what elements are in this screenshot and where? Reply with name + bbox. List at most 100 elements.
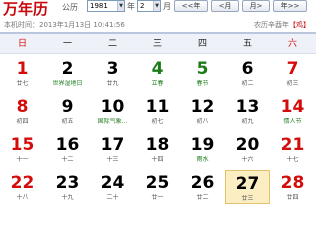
- day-cell[interactable]: 16 十二: [45, 132, 90, 166]
- year-select[interactable]: 1981 ▼: [87, 0, 125, 12]
- day-number: 28: [280, 173, 305, 193]
- day-cell[interactable]: 4 立春: [135, 56, 180, 90]
- day-cell[interactable]: 13 初九: [225, 94, 270, 128]
- day-cell[interactable]: 12 初八: [180, 94, 225, 128]
- day-cell[interactable]: 7 初三: [270, 56, 315, 90]
- lunar-date-label: 情人节: [283, 118, 302, 125]
- lunar-date-label: 十八: [16, 194, 29, 201]
- day-cell[interactable]: 24 二十: [90, 170, 135, 204]
- day-cell[interactable]: 9 初五: [45, 94, 90, 128]
- lunar-date-label: 十一: [16, 156, 29, 163]
- lunar-date-label: 初五: [61, 118, 74, 125]
- day-cell[interactable]: 15 十一: [0, 132, 45, 166]
- day-cell[interactable]: 26 廿二: [180, 170, 225, 204]
- day-number: 2: [61, 59, 74, 79]
- lunar-year-label: 农历辛酉年: [254, 21, 289, 29]
- day-number: 15: [10, 135, 35, 155]
- day-cell[interactable]: 14 情人节: [270, 94, 315, 128]
- lunar-date-label: 初九: [241, 118, 254, 125]
- current-time-text: 本机时间：2013年1月13日 10:41:56: [4, 21, 125, 29]
- lunar-date-label: 廿七: [16, 80, 29, 87]
- lunar-date-label: 初四: [16, 118, 29, 125]
- lunar-date-label: 十九: [61, 194, 74, 201]
- day-number: 4: [151, 59, 164, 79]
- day-cell[interactable]: 6 初二: [225, 56, 270, 90]
- month-select[interactable]: 2 ▼: [137, 0, 161, 12]
- next-year-button[interactable]: 年>>: [273, 0, 307, 12]
- weekday-header: 日一二三四五六: [0, 34, 316, 54]
- lunar-date-label: 初三: [286, 80, 299, 87]
- lunar-date-label: 春节: [196, 80, 209, 87]
- month-select-value: 2: [140, 2, 145, 10]
- day-cell[interactable]: 23 十九: [45, 170, 90, 204]
- weekday-label: 一: [62, 39, 72, 49]
- day-number: 22: [10, 173, 35, 193]
- day-number: 20: [235, 135, 260, 155]
- day-number: 17: [100, 135, 125, 155]
- app-logo: 万年历: [3, 0, 49, 18]
- day-number: 10: [100, 97, 125, 117]
- lunar-date-label: 立春: [151, 80, 164, 87]
- day-number: 6: [241, 59, 254, 79]
- day-number: 8: [16, 97, 29, 117]
- lunar-date-label: 廿三: [241, 195, 254, 202]
- weekday-label: 三: [152, 39, 162, 49]
- day-number: 18: [145, 135, 170, 155]
- lunar-date-label: 初七: [151, 118, 164, 125]
- day-number: 27: [235, 174, 260, 194]
- lunar-date-label: 十七: [286, 156, 299, 163]
- lunar-date-label: 十三: [106, 156, 119, 163]
- lunar-date-label: 廿四: [286, 194, 299, 201]
- day-cell[interactable]: 21 十七: [270, 132, 315, 166]
- lunar-date-label: 世界湿地日: [52, 80, 83, 87]
- year-select-value: 1981: [90, 2, 108, 10]
- day-number: 24: [100, 173, 125, 193]
- weekday-label: 日: [17, 39, 27, 49]
- day-number: 23: [55, 173, 80, 193]
- lunar-date-label: 廿一: [151, 194, 164, 201]
- day-cell[interactable]: 8 初四: [0, 94, 45, 128]
- day-number: 14: [280, 97, 305, 117]
- prev-month-button[interactable]: <月: [211, 0, 239, 12]
- day-number: 25: [145, 173, 170, 193]
- day-number: 12: [190, 97, 215, 117]
- lunar-date-label: 廿九: [106, 80, 119, 87]
- day-cell[interactable]: 3 廿九: [90, 56, 135, 90]
- lunar-date-label: 国际气象...: [97, 118, 128, 125]
- lunar-date-label: 十四: [151, 156, 164, 163]
- lunar-date-label: 二十: [106, 194, 119, 201]
- zodiac-label: 【鸡】: [289, 21, 310, 29]
- lunar-year-text: 农历辛酉年【鸡】: [254, 20, 310, 30]
- day-cell[interactable]: 5 春节: [180, 56, 225, 90]
- day-number: 26: [190, 173, 215, 193]
- weekday-label: 四: [197, 39, 207, 49]
- lunar-date-label: 初八: [196, 118, 209, 125]
- lunar-date-label: 雨水: [196, 156, 209, 163]
- prev-year-button[interactable]: <<年: [174, 0, 208, 12]
- day-number: 7: [286, 59, 299, 79]
- day-number: 3: [106, 59, 119, 79]
- day-cell[interactable]: 20 十六: [225, 132, 270, 166]
- lunar-date-label: 廿二: [196, 194, 209, 201]
- day-cell[interactable]: 1 廿七: [0, 56, 45, 90]
- day-number: 11: [145, 97, 170, 117]
- calendar-grid: 日一二三四五六 1 廿七 2 世界湿地日 3 廿九 4 立春 5 春节 6 初二 7 初三 8 初四 9 初五 10…: [0, 32, 316, 206]
- day-cell[interactable]: 10 国际气象...: [90, 94, 135, 128]
- chevron-down-icon[interactable]: ▼: [153, 1, 160, 11]
- chevron-down-icon[interactable]: ▼: [117, 1, 124, 11]
- lunar-date-label: 十二: [61, 156, 74, 163]
- lunar-date-label: 初二: [241, 80, 254, 87]
- calendar-type-label: 公历: [62, 3, 78, 12]
- day-cell[interactable]: 17 十三: [90, 132, 135, 166]
- day-cell[interactable]: 18 十四: [135, 132, 180, 166]
- day-cell-today[interactable]: 27 廿三: [225, 170, 270, 204]
- day-cell[interactable]: 22 十八: [0, 170, 45, 204]
- next-month-button[interactable]: 月>: [242, 0, 270, 12]
- day-number: 19: [190, 135, 215, 155]
- day-cell[interactable]: 11 初七: [135, 94, 180, 128]
- day-cell[interactable]: 19 雨水: [180, 132, 225, 166]
- day-cell[interactable]: 25 廿一: [135, 170, 180, 204]
- day-cell[interactable]: 2 世界湿地日: [45, 56, 90, 90]
- day-cell[interactable]: 28 廿四: [270, 170, 315, 204]
- weekday-label: 六: [287, 39, 297, 49]
